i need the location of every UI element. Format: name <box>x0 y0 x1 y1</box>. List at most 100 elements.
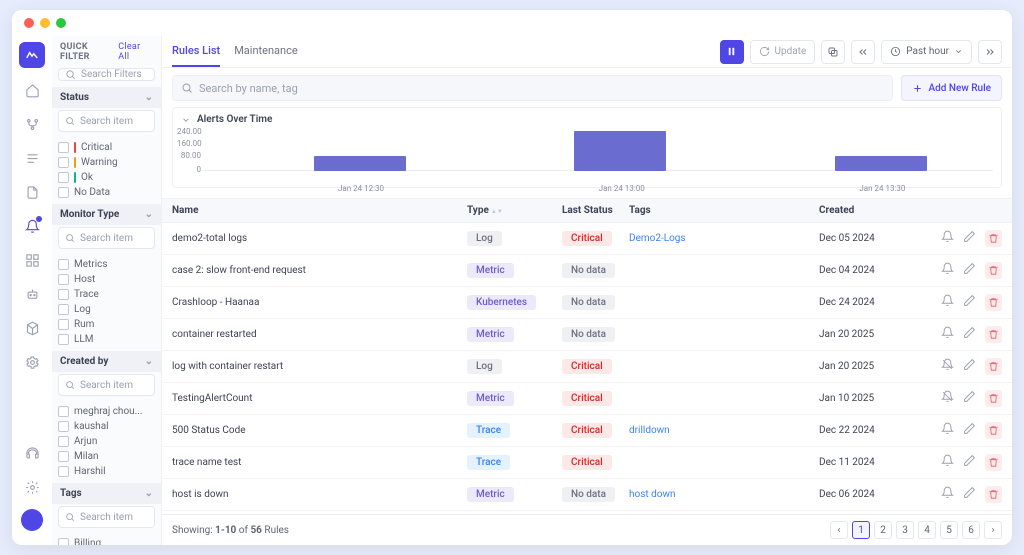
delete-icon[interactable] <box>985 230 1002 247</box>
filter-section-header[interactable]: Tags⌄ <box>52 483 161 504</box>
checkbox[interactable] <box>58 259 69 270</box>
page-number[interactable]: 4 <box>918 521 936 539</box>
filter-option[interactable]: Milan <box>58 451 155 462</box>
page-number[interactable]: 6 <box>962 521 980 539</box>
app-logo[interactable] <box>19 42 45 68</box>
filter-option[interactable]: Arjun <box>58 436 155 447</box>
delete-icon[interactable] <box>985 294 1002 311</box>
edit-icon[interactable] <box>963 294 976 311</box>
page-number[interactable]: 3 <box>896 521 914 539</box>
filter-option[interactable]: meghraj chou... <box>58 406 155 417</box>
filter-section-header[interactable]: Monitor Type⌄ <box>52 204 161 225</box>
delete-icon[interactable] <box>985 326 1002 343</box>
cube-icon[interactable] <box>20 316 44 340</box>
tab-rules-list[interactable]: Rules List <box>172 36 220 67</box>
table-row[interactable]: demo2-total logs Log Critical Demo2-Logs… <box>162 223 1012 255</box>
filter-option[interactable]: LLM <box>58 334 155 345</box>
tab-maintenance[interactable]: Maintenance <box>234 36 298 67</box>
clear-all-link[interactable]: Clear All <box>118 42 153 62</box>
bell-icon[interactable] <box>941 230 954 247</box>
bell-icon[interactable] <box>941 454 954 471</box>
filter-search-input[interactable]: Search Filters <box>58 68 155 81</box>
bell-icon[interactable] <box>941 486 954 503</box>
col-name[interactable]: Name <box>172 205 467 216</box>
edit-icon[interactable] <box>963 390 976 407</box>
checkbox[interactable] <box>58 172 69 183</box>
filter-item-search[interactable]: Search item <box>58 374 155 396</box>
page-number[interactable]: 2 <box>874 521 892 539</box>
checkbox[interactable] <box>58 274 69 285</box>
checkbox[interactable] <box>58 421 69 432</box>
copy-button[interactable] <box>821 40 845 64</box>
tag-link[interactable]: host down <box>629 489 676 500</box>
filter-section-header[interactable]: Status⌄ <box>52 87 161 108</box>
edit-icon[interactable] <box>963 454 976 471</box>
filter-option[interactable]: Billing <box>58 538 155 545</box>
table-row[interactable]: trace name test Trace Critical Dec 11 20… <box>162 447 1012 479</box>
bell-icon[interactable] <box>941 390 954 407</box>
main-search-input[interactable]: Search by name, tag <box>172 75 893 101</box>
filter-option[interactable]: Metrics <box>58 259 155 270</box>
bell-icon[interactable] <box>941 422 954 439</box>
filter-option[interactable]: Ok <box>58 172 155 183</box>
add-new-rule-button[interactable]: Add New Rule <box>901 75 1002 101</box>
pause-button[interactable] <box>720 40 744 64</box>
checkbox[interactable] <box>58 451 69 462</box>
filter-option[interactable]: Critical <box>58 142 155 153</box>
checkbox[interactable] <box>58 334 69 345</box>
filter-option[interactable]: kaushal <box>58 421 155 432</box>
table-row[interactable]: host is down Metric No data host down De… <box>162 479 1012 511</box>
delete-icon[interactable] <box>985 486 1002 503</box>
checkbox[interactable] <box>58 406 69 417</box>
page-prev[interactable]: ‹ <box>830 521 848 539</box>
chevrons-right-button[interactable] <box>978 40 1002 64</box>
bell-icon[interactable] <box>941 262 954 279</box>
delete-icon[interactable] <box>985 262 1002 279</box>
filter-option[interactable]: Trace <box>58 289 155 300</box>
checkbox[interactable] <box>58 538 69 545</box>
robot-icon[interactable] <box>20 282 44 306</box>
filter-item-search[interactable]: Search item <box>58 110 155 132</box>
edit-icon[interactable] <box>963 326 976 343</box>
filter-option[interactable]: Host <box>58 274 155 285</box>
alerts-icon[interactable] <box>20 214 44 238</box>
checkbox[interactable] <box>58 142 69 153</box>
table-row[interactable]: TestingAlertCount Metric Critical Jan 10… <box>162 383 1012 415</box>
window-max-dot[interactable] <box>56 18 66 28</box>
delete-icon[interactable] <box>985 422 1002 439</box>
collapse-icon[interactable] <box>181 115 191 125</box>
table-row[interactable]: container restarted Metric No data Jan 2… <box>162 319 1012 351</box>
bell-icon[interactable] <box>941 294 954 311</box>
col-status[interactable]: Last Status <box>562 205 629 216</box>
table-row[interactable]: case 2: slow front-end request Metric No… <box>162 255 1012 287</box>
settings-icon[interactable] <box>20 475 44 499</box>
filter-option[interactable]: Harshil <box>58 466 155 477</box>
checkbox[interactable] <box>58 289 69 300</box>
checkbox[interactable] <box>58 187 69 198</box>
page-number[interactable]: 1 <box>852 521 870 539</box>
checkbox[interactable] <box>58 157 69 168</box>
window-close-dot[interactable] <box>24 18 34 28</box>
delete-icon[interactable] <box>985 390 1002 407</box>
bell-icon[interactable] <box>941 326 954 343</box>
tag-link[interactable]: drilldown <box>629 425 670 436</box>
time-range-selector[interactable]: Past hour <box>881 40 972 64</box>
edit-icon[interactable] <box>963 230 976 247</box>
edit-icon[interactable] <box>963 262 976 279</box>
bell-icon[interactable] <box>941 358 954 375</box>
edit-icon[interactable] <box>963 486 976 503</box>
col-type[interactable]: Type▲▼ <box>467 205 562 216</box>
checkbox[interactable] <box>58 466 69 477</box>
update-button[interactable]: Update <box>750 40 816 64</box>
filter-option[interactable]: Rum <box>58 319 155 330</box>
page-number[interactable]: 5 <box>940 521 958 539</box>
table-row[interactable]: Crashloop - Haanaa Kubernetes No data De… <box>162 287 1012 319</box>
page-next[interactable]: › <box>984 521 1002 539</box>
checkbox[interactable] <box>58 436 69 447</box>
delete-icon[interactable] <box>985 358 1002 375</box>
window-min-dot[interactable] <box>40 18 50 28</box>
edit-icon[interactable] <box>963 358 976 375</box>
filter-item-search[interactable]: Search item <box>58 227 155 249</box>
table-row[interactable]: 500 Status Code Trace Critical drilldown… <box>162 415 1012 447</box>
grid-icon[interactable] <box>20 248 44 272</box>
